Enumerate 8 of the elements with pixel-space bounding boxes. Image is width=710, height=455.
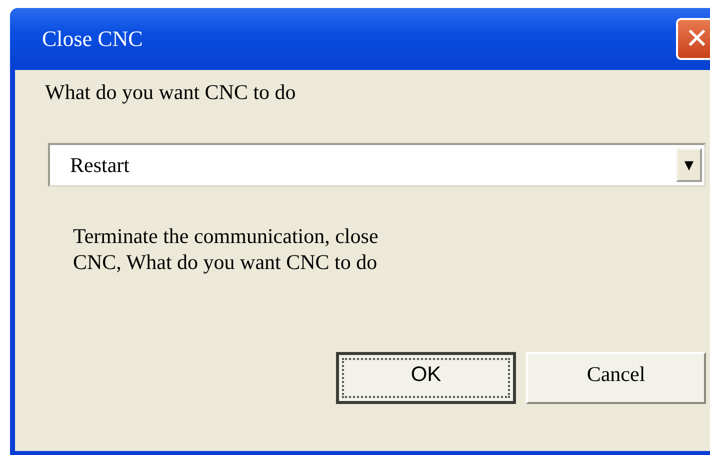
cancel-button[interactable]: Cancel [526,352,706,404]
close-button[interactable]: ✕ [676,18,710,60]
dropdown-arrow-button[interactable]: ▼ [676,148,702,182]
dropdown-field[interactable]: Restart ▼ [48,143,706,187]
ok-button[interactable]: OK [336,352,516,404]
prompt-label: What do you want CNC to do [45,80,297,105]
description-text: Terminate the communication, close CNC, What do you want CNC to do [73,223,380,276]
window-title: Close CNC [42,26,143,52]
